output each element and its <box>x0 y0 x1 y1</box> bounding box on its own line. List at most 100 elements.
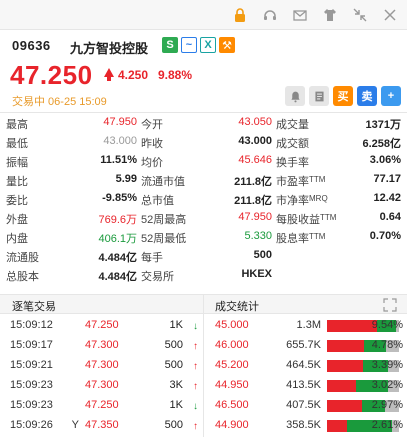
volume-stats-list[interactable]: 45.000 1.3M 9.54% 46.000 655.7K 4.78% 45.200 46… <box>203 316 407 436</box>
collapse-icon[interactable] <box>351 6 369 24</box>
add-watchlist-button[interactable]: + <box>381 86 401 106</box>
note-icon[interactable] <box>309 86 329 106</box>
stat-label: 52周最高 <box>141 214 187 226</box>
trend-badge-icon[interactable]: ~ <box>181 37 197 53</box>
stat-label: 振幅 <box>6 157 28 169</box>
stat-value: -9.85% <box>102 192 137 204</box>
price-change-pct: 9.88% <box>158 68 193 82</box>
buy-button[interactable]: 买 <box>333 86 353 106</box>
trade-row: 15:09:26 47.350 Y 500 ↑ <box>0 416 203 436</box>
hammer-badge-icon[interactable]: ⚒ <box>219 37 235 53</box>
badge-row: S ~ X ⚒ <box>162 37 235 53</box>
stat-value: 211.8亿 <box>234 195 272 207</box>
stat-label: 昨收 <box>141 138 163 150</box>
lock-icon[interactable] <box>231 6 249 24</box>
stat-price: 44.950 <box>215 379 249 391</box>
stats-row: 委比 -9.85% 总市值 211.8亿 市净率MRQ 12.42 <box>0 189 407 208</box>
stat-percent: 4.78% <box>371 339 403 351</box>
trade-price: 47.300 <box>85 359 119 371</box>
stats-row: 总股本 4.484亿 交易所 HKEX <box>0 265 407 284</box>
volume-stat-row: 45.200 464.5K 3.39% <box>203 356 407 376</box>
sell-button[interactable]: 卖 <box>357 86 377 106</box>
stat-label: 外盘 <box>6 214 28 226</box>
trade-status: 交易中 06-25 15:09 <box>12 96 107 108</box>
stats-row: 内盘 406.1万 52周最低 5.330 股息率TTM 0.70% <box>0 227 407 246</box>
stats-row: 最低 43.000 昨收 43.000 成交额 6.258亿 <box>0 132 407 151</box>
stat-price: 45.000 <box>215 319 249 331</box>
volume-stat-row: 46.000 655.7K 4.78% <box>203 336 407 356</box>
stat-value: 5.99 <box>115 173 137 185</box>
volume-stats-title[interactable]: 成交统计 <box>215 298 259 314</box>
stat-label: 内盘 <box>6 233 28 245</box>
x-badge-icon[interactable]: X <box>200 37 216 53</box>
stat-label: 每手 <box>141 252 163 264</box>
volume-stat-row: 45.000 1.3M 9.54% <box>203 316 407 336</box>
stat-label: 最低 <box>6 138 28 150</box>
trade-volume: 1K <box>169 399 183 411</box>
stat-value: 769.6万 <box>98 214 137 226</box>
stat-percent: 3.02% <box>371 379 403 391</box>
stat-price: 46.500 <box>215 399 249 411</box>
stat-value: 0.70% <box>369 230 401 242</box>
down-arrow-icon: ↓ <box>193 321 198 332</box>
stat-percent: 2.61% <box>371 419 403 431</box>
support-icon[interactable] <box>261 6 279 24</box>
trade-time: 15:09:23 <box>10 399 53 411</box>
quote-header: 09636 九方智投控股 S ~ X ⚒ 47.250 4.250 9.88% … <box>0 30 407 110</box>
stats-row: 最高 47.950 今开 43.050 成交量 1371万 <box>0 113 407 132</box>
stat-label: 市盈率TTM <box>276 175 326 188</box>
mail-icon[interactable] <box>291 6 309 24</box>
stat-value: 12.42 <box>373 192 401 204</box>
stat-price: 44.900 <box>215 419 249 431</box>
stat-label: 换手率 <box>276 157 309 169</box>
trade-flag: Y <box>71 419 79 431</box>
volume-stat-row: 44.950 413.5K 3.02% <box>203 376 407 396</box>
action-buttons: 买 卖 + <box>285 86 401 106</box>
stat-label: 52周最低 <box>141 233 187 245</box>
stat-label: 总股本 <box>6 271 39 283</box>
last-price: 47.250 <box>10 60 93 90</box>
trade-volume: 1K <box>169 319 183 331</box>
volume-stat-row: 44.900 358.5K 2.61% <box>203 416 407 436</box>
stat-label: 成交量 <box>276 119 309 131</box>
stat-label: 市净率MRQ <box>276 194 328 207</box>
buy-volume-bar <box>327 320 377 332</box>
price-change: 4.250 <box>118 68 149 82</box>
bell-icon[interactable] <box>285 86 305 106</box>
stat-label: 总市值 <box>141 195 174 207</box>
stat-label: 委比 <box>6 195 28 207</box>
trade-volume: 500 <box>164 359 183 371</box>
up-arrow-icon: ↑ <box>193 361 198 372</box>
close-icon[interactable] <box>381 6 399 24</box>
stat-label: 成交额 <box>276 138 309 150</box>
stat-label: 每股收益TTM <box>276 213 337 226</box>
trade-time: 15:09:21 <box>10 359 53 371</box>
buy-volume-bar <box>327 360 363 372</box>
up-arrow-icon: ↑ <box>193 421 198 432</box>
stat-label: 流通市值 <box>141 176 185 188</box>
stats-row: 振幅 11.51% 均价 45.646 换手率 3.06% <box>0 151 407 170</box>
buy-volume-bar <box>327 380 356 392</box>
trade-time: 15:09:23 <box>10 379 53 391</box>
stat-label: 最高 <box>6 119 28 131</box>
shirt-icon[interactable] <box>321 6 339 24</box>
up-arrow-icon <box>104 68 114 81</box>
trade-price: 47.300 <box>85 379 119 391</box>
stat-volume: 1.3M <box>296 319 321 331</box>
stat-label: 量比 <box>6 176 28 188</box>
trade-volume: 3K <box>169 379 183 391</box>
tick-trades-list[interactable]: 15:09:12 47.250 1K ↓ 15:09:17 47.300 500 ↑ 15:09… <box>0 316 203 436</box>
stat-percent: 9.54% <box>371 319 403 331</box>
s-badge-icon[interactable]: S <box>162 37 178 53</box>
stat-value: 1371万 <box>365 119 401 131</box>
stat-value: 406.1万 <box>98 233 137 245</box>
stat-value: 43.000 <box>238 135 272 147</box>
tick-trades-title[interactable]: 逐笔交易 <box>12 298 56 314</box>
stat-value: 47.950 <box>103 116 137 128</box>
stat-percent: 2.97% <box>371 399 403 411</box>
trade-row: 15:09:12 47.250 1K ↓ <box>0 316 203 336</box>
stat-label: 交易所 <box>141 271 174 283</box>
expand-icon[interactable] <box>383 298 397 312</box>
stat-volume: 655.7K <box>286 339 321 351</box>
trade-price: 47.300 <box>85 339 119 351</box>
